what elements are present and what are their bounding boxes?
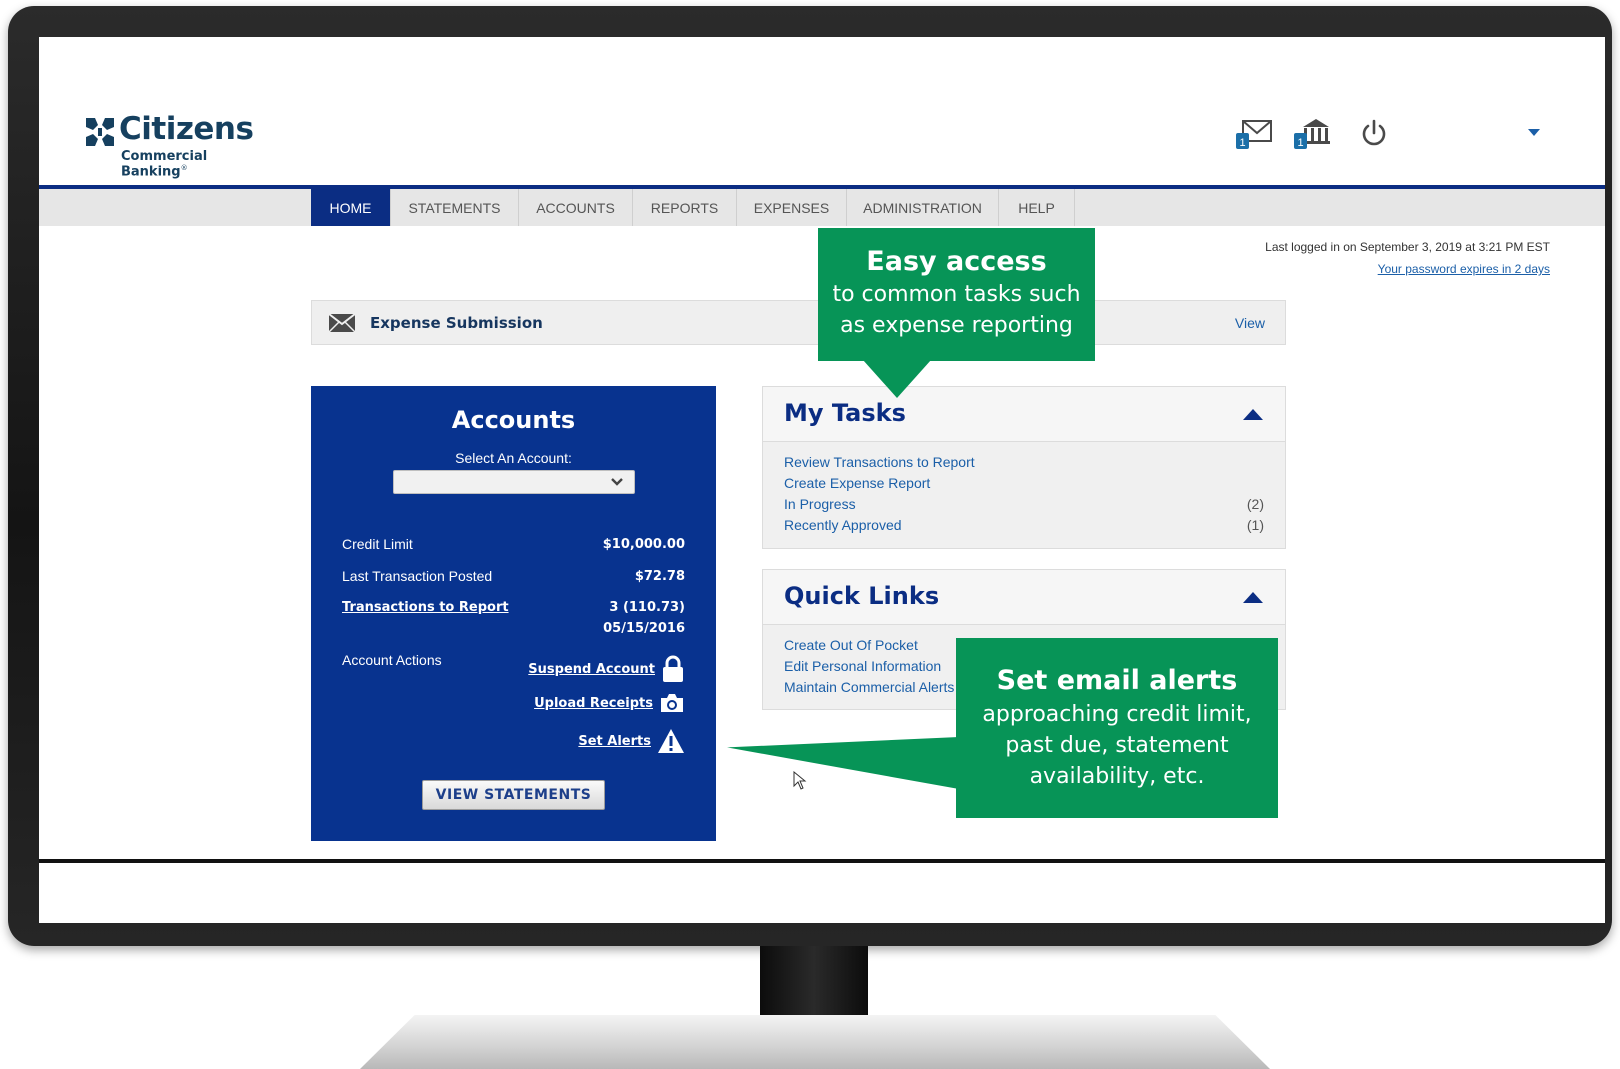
last-login-text: Last logged in on September 3, 2019 at 3… (1265, 240, 1550, 254)
callout-pointer (727, 737, 959, 789)
task-row: In Progress (2) (784, 496, 1264, 517)
quick-link-edit-personal-information[interactable]: Edit Personal Information (784, 658, 941, 679)
task-count: (1) (1246, 517, 1264, 533)
task-row: Recently Approved (1) (784, 517, 1264, 538)
envelope-icon (328, 313, 356, 333)
tab-expenses[interactable]: EXPENSES (737, 189, 847, 226)
set-alerts-link[interactable]: Set Alerts (578, 734, 651, 749)
chevron-down-icon (611, 478, 623, 486)
main-navigation: HOME STATEMENTS ACCOUNTS REPORTS EXPENSE… (39, 185, 1605, 226)
collapse-arrow-icon[interactable] (1243, 409, 1263, 420)
monitor-bezel: Citizens Commercial Banking® 1 1 HOME ST… (8, 6, 1612, 946)
password-expiry-link[interactable]: Your password expires in 2 days (1378, 262, 1550, 276)
camera-icon (661, 694, 683, 712)
task-recently-approved-link[interactable]: Recently Approved (784, 517, 902, 538)
monitor-neck (760, 946, 868, 1022)
citizens-logo-mark-icon (86, 118, 114, 146)
callout-title: Set email alerts (996, 665, 1238, 696)
upload-receipts-link[interactable]: Upload Receipts (534, 696, 653, 711)
warning-icon (658, 729, 684, 753)
transactions-to-report-link[interactable]: Transactions to Report (342, 600, 509, 615)
my-tasks-header: My Tasks (763, 387, 1285, 442)
tab-reports[interactable]: REPORTS (633, 189, 737, 226)
tab-home[interactable]: HOME (311, 189, 391, 226)
task-in-progress-link[interactable]: In Progress (784, 496, 856, 517)
account-select[interactable] (393, 470, 635, 494)
quick-link-maintain-commercial-alerts[interactable]: Maintain Commercial Alerts (784, 679, 954, 700)
bank-badge: 1 (1297, 137, 1303, 149)
select-account-label: Select An Account: (455, 450, 572, 466)
credit-limit-value: $10,000.00 (602, 537, 685, 552)
accounts-panel: Accounts Select An Account: Credit Limit… (311, 386, 716, 841)
collapse-arrow-icon[interactable] (1243, 592, 1263, 603)
bank-icon[interactable]: 1 (1293, 118, 1333, 155)
mail-badge: 1 (1239, 137, 1245, 149)
expense-submission-bar: Expense Submission View (311, 300, 1286, 345)
transactions-to-report-date: 05/15/2016 (603, 621, 685, 636)
quick-link-create-out-of-pocket[interactable]: Create Out Of Pocket (784, 637, 918, 658)
set-alerts-action[interactable]: Set Alerts (578, 728, 685, 754)
screen: Citizens Commercial Banking® 1 1 HOME ST… (39, 37, 1605, 923)
task-review-transactions-link[interactable]: Review Transactions to Report (784, 454, 975, 475)
task-count: (2) (1246, 496, 1264, 512)
expense-view-link[interactable]: View (1235, 315, 1265, 331)
footer-divider (39, 859, 1605, 863)
expense-submission-title: Expense Submission (370, 314, 543, 332)
view-statements-button[interactable]: VIEW STATEMENTS (422, 780, 605, 810)
upload-receipts-action[interactable]: Upload Receipts (534, 692, 685, 714)
power-icon[interactable] (1359, 118, 1389, 153)
tab-help[interactable]: HELP (999, 189, 1075, 226)
accounts-title: Accounts (451, 406, 576, 434)
callout-text: availability, etc. (1029, 764, 1205, 789)
logo-subtitle: Commercial Banking® (121, 149, 208, 180)
callout-text: to common tasks such (832, 282, 1081, 307)
task-row: Create Expense Report (784, 475, 1264, 496)
last-transaction-value: $72.78 (634, 569, 685, 584)
tab-accounts[interactable]: ACCOUNTS (519, 189, 633, 226)
task-create-expense-report-link[interactable]: Create Expense Report (784, 475, 930, 496)
account-actions-label: Account Actions (342, 652, 442, 668)
credit-limit-label: Credit Limit (342, 536, 413, 552)
quick-links-title: Quick Links (784, 582, 940, 610)
user-menu-dropdown[interactable] (1419, 115, 1544, 153)
transactions-to-report-value: 3 (110.73) (609, 600, 685, 615)
callout-title: Easy access (866, 246, 1047, 277)
caret-down-icon (1528, 129, 1540, 136)
tab-administration[interactable]: ADMINISTRATION (847, 189, 999, 226)
my-tasks-panel: My Tasks Review Transactions to Report C… (762, 386, 1286, 549)
callout-text: past due, statement (1005, 733, 1229, 758)
suspend-account-action[interactable]: Suspend Account (528, 655, 685, 683)
easy-access-callout: Easy access to common tasks such as expe… (818, 228, 1095, 361)
last-transaction-label: Last Transaction Posted (342, 568, 493, 584)
quick-links-header: Quick Links (763, 570, 1285, 625)
monitor-base (360, 1015, 1270, 1069)
mail-icon[interactable]: 1 (1235, 118, 1275, 155)
suspend-account-link[interactable]: Suspend Account (528, 662, 655, 677)
callout-text: approaching credit limit, (982, 702, 1252, 727)
callout-text: as expense reporting (840, 313, 1073, 338)
email-alerts-callout: Set email alerts approaching credit limi… (956, 638, 1278, 818)
citizens-logo[interactable]: Citizens Commercial Banking® (83, 111, 263, 179)
my-tasks-title: My Tasks (784, 399, 906, 427)
lock-icon (663, 655, 683, 682)
callout-pointer (863, 360, 931, 398)
task-row: Review Transactions to Report (784, 454, 1264, 475)
tab-statements[interactable]: STATEMENTS (391, 189, 519, 226)
mouse-cursor-icon (793, 771, 807, 790)
logo-wordmark: Citizens (119, 111, 254, 147)
